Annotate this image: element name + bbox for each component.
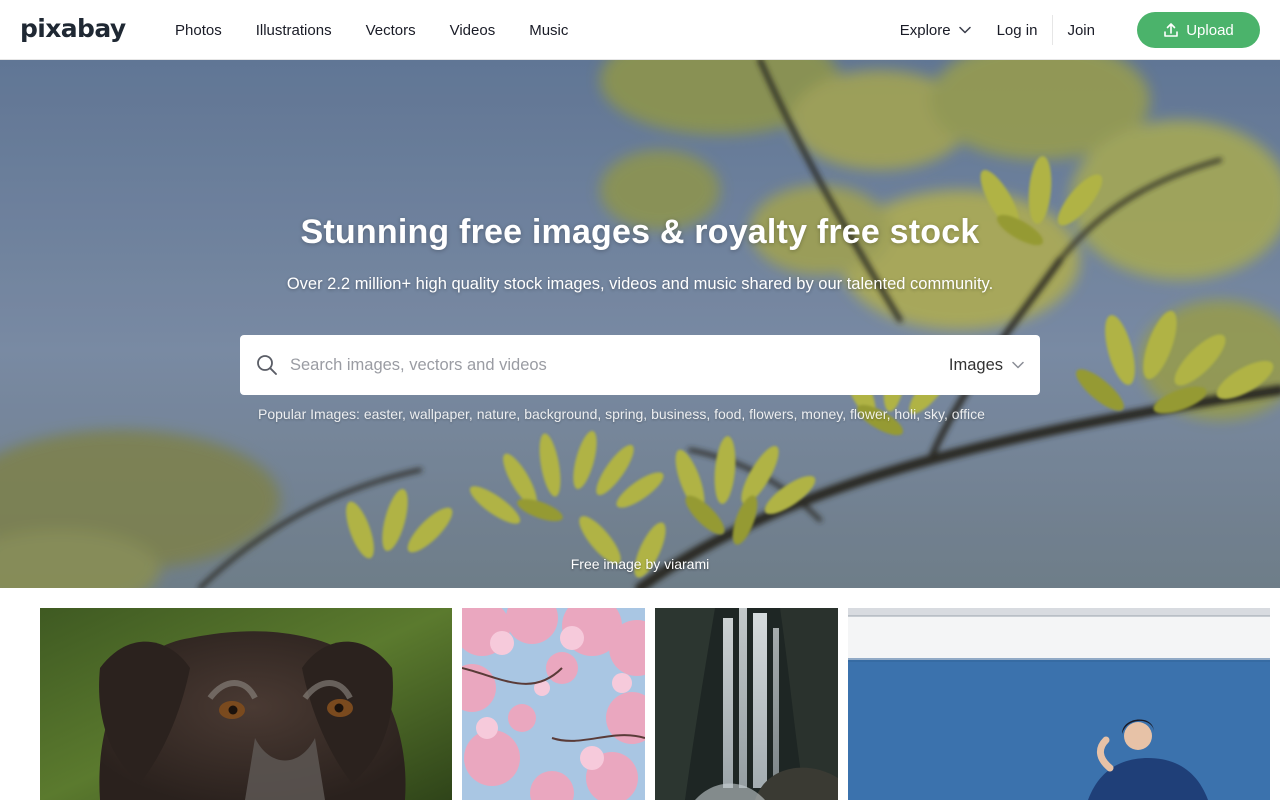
popular-tag-business[interactable]: business bbox=[651, 406, 706, 422]
chevron-down-icon bbox=[1012, 361, 1024, 369]
gallery-image-pool-portrait[interactable] bbox=[848, 608, 1270, 800]
popular-label: Popular Images: bbox=[258, 406, 360, 422]
popular-tag-office[interactable]: office bbox=[952, 406, 985, 422]
gallery-image-dog[interactable] bbox=[40, 608, 452, 800]
nav-illustrations[interactable]: Illustrations bbox=[239, 22, 349, 39]
popular-tag-food[interactable]: food bbox=[714, 406, 741, 422]
nav-vectors[interactable]: Vectors bbox=[349, 22, 433, 39]
pool-portrait-photo bbox=[848, 608, 1270, 800]
search-bar: Images bbox=[240, 335, 1040, 395]
top-header: pixabay Photos Illustrations Vectors Vid… bbox=[0, 0, 1280, 60]
pixabay-logo[interactable]: pixabay bbox=[20, 14, 126, 43]
popular-tag-wallpaper[interactable]: wallpaper bbox=[410, 406, 469, 422]
explore-menu-button[interactable]: Explore bbox=[900, 22, 971, 39]
upload-label: Upload bbox=[1186, 21, 1234, 39]
popular-searches: Popular Images: easter, wallpaper, natur… bbox=[258, 406, 985, 422]
header-actions: Explore Log in Join Upload bbox=[900, 0, 1260, 60]
popular-tag-easter[interactable]: easter bbox=[364, 406, 402, 422]
popular-tag-background[interactable]: background bbox=[524, 406, 597, 422]
dog-photo bbox=[40, 608, 452, 800]
cherry-blossom-photo bbox=[462, 608, 645, 800]
credit-prefix: Free image by bbox=[570, 556, 661, 572]
nav-photos[interactable]: Photos bbox=[158, 22, 239, 39]
nav-music[interactable]: Music bbox=[512, 22, 585, 39]
popular-tag-flowers[interactable]: flowers bbox=[749, 406, 793, 422]
gallery-image-cherry-blossom[interactable] bbox=[462, 608, 645, 800]
join-link[interactable]: Join bbox=[1067, 22, 1095, 39]
login-link[interactable]: Log in bbox=[997, 22, 1038, 39]
hero-overlay bbox=[0, 60, 1280, 588]
hero-subtitle: Over 2.2 million+ high quality stock ima… bbox=[286, 275, 994, 293]
main-nav: Photos Illustrations Vectors Videos Musi… bbox=[158, 0, 585, 60]
popular-tag-nature[interactable]: nature bbox=[477, 406, 517, 422]
popular-tag-holi[interactable]: holi bbox=[894, 406, 916, 422]
search-icon[interactable] bbox=[256, 354, 278, 376]
hero-title: Stunning free images & royalty free stoc… bbox=[300, 213, 980, 251]
chevron-down-icon bbox=[958, 26, 971, 34]
image-credit: Free image by viarami bbox=[0, 556, 1280, 572]
media-type-selected: Images bbox=[948, 355, 1003, 374]
gallery-image-waterfall[interactable] bbox=[655, 608, 838, 800]
upload-icon bbox=[1164, 23, 1179, 37]
header-divider bbox=[1052, 15, 1054, 45]
popular-tag-money[interactable]: money bbox=[801, 406, 842, 422]
media-type-dropdown[interactable]: Images bbox=[949, 356, 1024, 375]
credit-author-link[interactable]: viarami bbox=[664, 556, 709, 572]
waterfall-photo bbox=[655, 608, 838, 800]
popular-tag-spring[interactable]: spring bbox=[605, 406, 643, 422]
hero-banner: Stunning free images & royalty free stoc… bbox=[0, 60, 1280, 588]
popular-tag-flower[interactable]: flower bbox=[850, 406, 887, 422]
explore-label: Explore bbox=[899, 21, 951, 39]
popular-tag-sky[interactable]: sky bbox=[924, 406, 944, 422]
nav-videos[interactable]: Videos bbox=[433, 22, 513, 39]
upload-button[interactable]: Upload bbox=[1137, 12, 1260, 48]
search-input[interactable] bbox=[290, 336, 949, 394]
